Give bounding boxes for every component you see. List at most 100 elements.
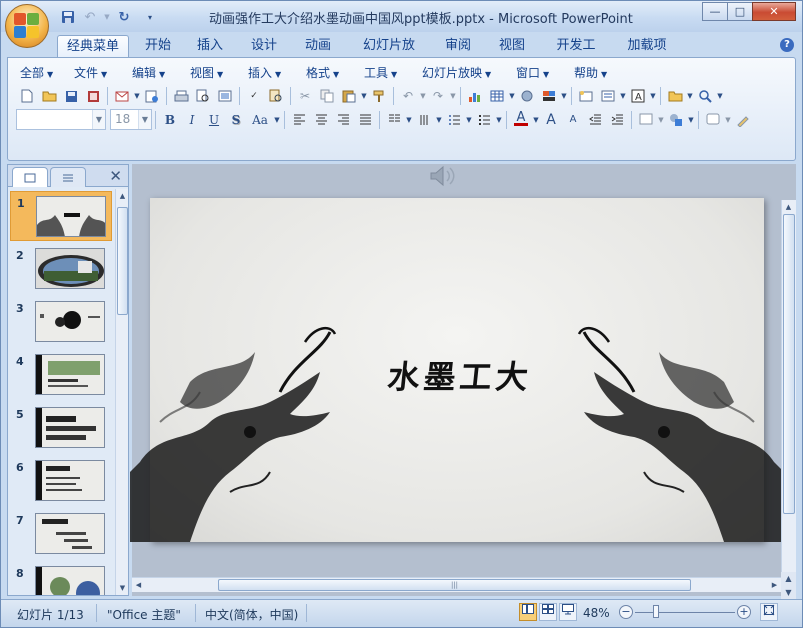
slide-thumbnail[interactable]: 2 [10, 244, 112, 294]
text-box-icon[interactable]: A [627, 86, 649, 106]
help-icon[interactable]: ? [780, 38, 794, 52]
shape-fill-dropdown-icon[interactable]: ▼ [724, 110, 732, 130]
decrease-indent-icon[interactable] [584, 110, 606, 130]
shadow-button[interactable]: S [225, 110, 247, 130]
zoom-in-button[interactable]: + [737, 605, 751, 619]
tab-review[interactable]: 审阅 [437, 35, 479, 58]
slide-thumbnail[interactable]: 7 [10, 509, 112, 559]
text-box-dropdown-icon[interactable]: ▼ [649, 86, 657, 106]
scroll-up-icon[interactable]: ▲ [116, 189, 129, 203]
scroll-up-icon[interactable]: ▲ [782, 200, 795, 214]
zoom-slider[interactable] [635, 612, 735, 613]
tab-design[interactable]: 设计 [243, 35, 285, 58]
slide-thumbnail[interactable]: 6 [10, 456, 112, 506]
columns-dropdown-icon[interactable]: ▼ [405, 110, 413, 130]
slide-thumbnail[interactable]: 8 [10, 562, 112, 595]
slide-thumbnail[interactable]: 3 [10, 297, 112, 347]
slide-thumbnail[interactable]: 1 [10, 191, 112, 241]
numbering-icon[interactable] [443, 110, 465, 130]
speaker-icon[interactable] [427, 164, 461, 188]
new-file-icon[interactable] [16, 86, 38, 106]
previous-slide-icon[interactable]: ▲ [781, 572, 796, 586]
menu-insert[interactable]: 插入 ▼ [242, 64, 300, 82]
customize-qat-icon[interactable]: ▾ [143, 8, 157, 26]
language-indicator[interactable]: 中文(简体，中国) [205, 606, 298, 623]
font-color-dropdown-icon[interactable]: ▼ [532, 110, 540, 130]
theme-name[interactable]: "Office 主题" [107, 606, 181, 623]
change-case-dropdown-icon[interactable]: ▼ [273, 110, 281, 130]
undo-dropdown-icon[interactable]: ▼ [419, 86, 427, 106]
redo-icon[interactable]: ↻ [115, 8, 133, 26]
align-left-icon[interactable] [288, 110, 310, 130]
next-slide-icon[interactable]: ▼ [781, 586, 796, 600]
menu-format[interactable]: 格式 ▼ [300, 64, 358, 82]
text-direction-icon[interactable] [413, 110, 435, 130]
folder-icon[interactable] [664, 86, 686, 106]
slide-sorter-button[interactable] [539, 603, 557, 621]
insert-chart-icon[interactable] [464, 86, 486, 106]
menu-edit[interactable]: 编辑 ▼ [126, 64, 184, 82]
color-grayscale-dropdown-icon[interactable]: ▼ [560, 86, 568, 106]
undo-icon[interactable]: ↶ [81, 8, 99, 26]
columns-icon[interactable] [383, 110, 405, 130]
shape-fill-icon[interactable] [702, 110, 724, 130]
shapes-dropdown-icon[interactable]: ▼ [687, 110, 695, 130]
shapes-icon[interactable] [665, 110, 687, 130]
menu-all[interactable]: 全部 ▼ [14, 64, 68, 82]
slide-design-dropdown-icon[interactable]: ▼ [657, 110, 665, 130]
find-dropdown-icon[interactable]: ▼ [716, 86, 724, 106]
grow-font-button[interactable]: A [540, 110, 562, 130]
scroll-left-icon[interactable]: ◀ [132, 578, 145, 592]
redo-dropdown-icon[interactable]: ▼ [449, 86, 457, 106]
align-right-icon[interactable] [332, 110, 354, 130]
slide-design-icon[interactable] [635, 110, 657, 130]
justify-icon[interactable] [354, 110, 376, 130]
slide-canvas[interactable]: 水墨工大 [130, 198, 784, 542]
new-slide-icon[interactable] [575, 86, 597, 106]
undo-icon[interactable]: ↶ [397, 86, 419, 106]
slide-layout-icon[interactable] [597, 86, 619, 106]
layout-icon[interactable] [214, 86, 236, 106]
slide-layout-dropdown-icon[interactable]: ▼ [619, 86, 627, 106]
scroll-right-icon[interactable]: ▶ [768, 578, 781, 592]
redo-icon[interactable]: ↷ [427, 86, 449, 106]
cut-icon[interactable]: ✂ [294, 86, 316, 106]
paste-dropdown-icon[interactable]: ▼ [360, 86, 368, 106]
email-dropdown-icon[interactable]: ▼ [133, 86, 141, 106]
zoom-slider-thumb[interactable] [653, 605, 659, 618]
tab-animation[interactable]: 动画 [297, 35, 339, 58]
outline-tab[interactable] [50, 167, 86, 187]
bold-button[interactable]: B [159, 110, 181, 130]
bullets-dropdown-icon[interactable]: ▼ [495, 110, 503, 130]
tab-home[interactable]: 开始 [137, 35, 179, 58]
increase-indent-icon[interactable] [606, 110, 628, 130]
font-color-button[interactable]: A [510, 110, 532, 130]
font-name-combo[interactable]: ▼ [16, 109, 106, 130]
minimize-button[interactable]: — [702, 2, 728, 21]
tab-developer[interactable]: 开发工具 [543, 35, 609, 75]
scrollbar-thumb[interactable] [783, 214, 795, 514]
italic-button[interactable]: I [181, 110, 203, 130]
close-button[interactable]: ✕ [752, 2, 796, 21]
slide-thumbnail[interactable]: 5 [10, 403, 112, 453]
text-direction-dropdown-icon[interactable]: ▼ [435, 110, 443, 130]
print-icon[interactable] [170, 86, 192, 106]
publish-icon[interactable] [141, 86, 163, 106]
clip-art-icon[interactable] [516, 86, 538, 106]
paste-icon[interactable] [338, 86, 360, 106]
menu-window[interactable]: 窗口 ▼ [510, 64, 568, 82]
shrink-font-button[interactable]: A [562, 110, 584, 130]
pane-close-button[interactable]: ✕ [109, 167, 122, 185]
change-case-button[interactable]: Aa [247, 110, 273, 130]
save-icon[interactable] [59, 8, 77, 26]
editor-vertical-scrollbar[interactable]: ▲ [781, 200, 796, 572]
find-icon[interactable] [694, 86, 716, 106]
permission-icon[interactable] [82, 86, 104, 106]
font-size-combo[interactable]: 18 ▼ [110, 109, 152, 130]
copy-icon[interactable] [316, 86, 338, 106]
menu-view[interactable]: 视图 ▼ [184, 64, 242, 82]
format-painter-icon[interactable] [368, 86, 390, 106]
numbering-dropdown-icon[interactable]: ▼ [465, 110, 473, 130]
save-icon[interactable] [60, 86, 82, 106]
print-preview-icon[interactable] [192, 86, 214, 106]
